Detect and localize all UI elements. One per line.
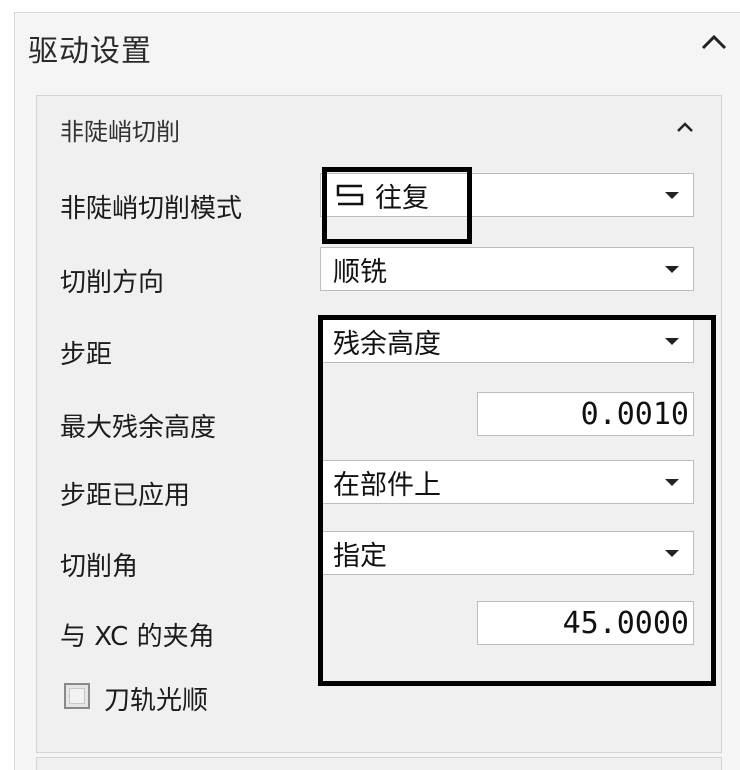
dropdown-arrow-icon [665,192,679,199]
angle-xc-value: 45.0000 [562,605,689,641]
stepover-applied-label: 步距已应用 [60,481,191,511]
stepover-label: 步距 [60,340,113,370]
stepover-applied-value: 在部件上 [333,469,441,501]
dropdown-arrow-icon [665,266,679,273]
cut-angle-dropdown[interactable]: 指定 [320,531,694,575]
mode-value: 往复 [375,182,429,214]
smoothing-label: 刀轨光顺 [104,686,209,716]
smoothing-checkbox[interactable] [64,683,90,709]
angle-xc-input[interactable]: 45.0000 [477,601,694,645]
max-scallop-label: 最大残余高度 [60,413,217,443]
zigzag-pattern-icon [336,184,364,206]
group-title: 非陡峭切削 [60,118,180,146]
section-title: 驱动设置 [28,34,152,69]
mode-label: 非陡峭切削模式 [60,194,243,224]
stepover-applied-dropdown[interactable]: 在部件上 [320,460,694,504]
direction-label: 切削方向 [60,268,165,298]
angle-xc-label: 与 XC 的夹角 [60,622,215,652]
section-collapse-button[interactable] [694,22,734,62]
next-group-edge [36,757,722,770]
direction-dropdown[interactable]: 顺铣 [320,247,694,291]
cut-angle-value: 指定 [333,540,387,572]
cut-angle-label: 切削角 [60,552,139,582]
max-scallop-input[interactable]: 0.0010 [477,392,694,436]
dropdown-arrow-icon [665,338,679,345]
chevron-up-icon [677,122,693,132]
group-collapse-button[interactable] [670,110,700,144]
stepover-dropdown[interactable]: 残余高度 [320,319,694,363]
mode-dropdown[interactable]: 往复 [320,173,694,217]
stepover-value: 残余高度 [333,328,441,360]
max-scallop-value: 0.0010 [580,396,689,432]
dropdown-arrow-icon [665,550,679,557]
direction-value: 顺铣 [333,256,387,288]
chevron-up-icon [701,34,727,50]
dropdown-arrow-icon [665,479,679,486]
